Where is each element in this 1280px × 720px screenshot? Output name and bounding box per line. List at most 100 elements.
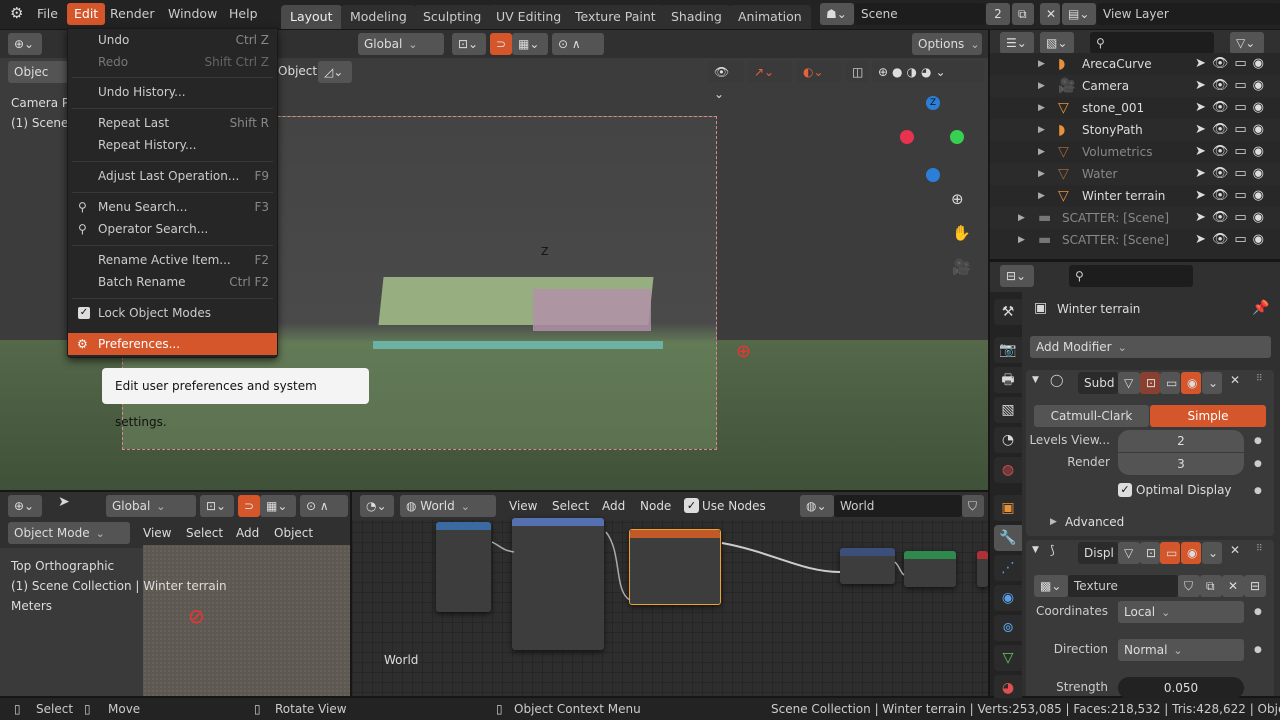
gizmo-icon[interactable]: ◿⌄ [318, 61, 352, 83]
render-icon[interactable]: ◉ [1181, 372, 1201, 394]
gizmo-y-icon[interactable] [950, 130, 964, 144]
close-icon[interactable]: ✕ [1230, 373, 1240, 387]
physics-tab-icon[interactable]: ◉ [994, 585, 1022, 611]
data-tab-icon[interactable]: ▽ [994, 645, 1022, 671]
view-layer-tab-icon[interactable]: ▧ [994, 397, 1022, 423]
menu-item-lock-object-modes[interactable]: ✓ Lock Object Modes [68, 302, 277, 324]
editor-type-icon[interactable]: ⊕⌄ [8, 33, 42, 55]
gizmo-neg-z-icon[interactable] [926, 168, 940, 182]
proportional-edit-icon[interactable]: ⊙ ∧ [552, 33, 604, 55]
object-tab-icon[interactable]: ▣ [994, 495, 1022, 521]
menu-item-undo-history[interactable]: Undo History... [68, 81, 277, 103]
menu-item-preferences[interactable]: ⚙ Preferences... [68, 333, 277, 355]
menu-view[interactable]: View [143, 526, 171, 540]
menu-item-rename-active[interactable]: Rename Active Item... F2 [68, 249, 277, 271]
properties-search-input[interactable]: ⚲ [1069, 265, 1193, 287]
menu-edit[interactable]: Edit [67, 3, 106, 25]
pin-icon[interactable]: 📌 [1252, 300, 1269, 316]
outliner-item[interactable]: ▶ ▽ Water ➤👁▭◉ [990, 163, 1280, 185]
particles-tab-icon[interactable]: ⋰ [994, 555, 1022, 581]
outliner-item[interactable]: ▶ ◗ StonyPath ➤👁▭◉ [990, 119, 1280, 141]
world-tab-icon[interactable]: ◍ [994, 457, 1022, 483]
modifier-name-field[interactable]: Displ [1078, 542, 1118, 564]
outliner-item[interactable]: ▶ ◗ ArecaCurve ➤👁▭◉ [990, 53, 1280, 75]
select-tool-icon[interactable]: ➤ [58, 494, 70, 510]
add-modifier-dropdown[interactable]: Add Modifier [1030, 336, 1271, 358]
overlays-toggle-icon[interactable]: ◐⌄ [797, 61, 841, 83]
menu-file[interactable]: File [30, 3, 65, 25]
catmull-clark-button[interactable]: Catmull-Clark [1034, 405, 1149, 427]
expand-icon[interactable]: ▶ [1050, 517, 1057, 527]
visibility-toggles[interactable]: ➤👁▭◉ [1195, 185, 1270, 207]
menu-item-operator-search[interactable]: ⚲ Operator Search... [68, 218, 277, 240]
advanced-subpanel[interactable]: Advanced [1065, 515, 1124, 529]
texture-browse-icon[interactable]: ▩⌄ [1034, 575, 1068, 597]
gizmo-x-icon[interactable] [900, 130, 914, 144]
menu-window[interactable]: Window [161, 3, 224, 25]
tab-texture-paint[interactable]: Texture Paint [566, 5, 665, 29]
filter-icon[interactable]: ▽⌄ [1230, 32, 1264, 54]
visibility-toggles[interactable]: ➤👁▭◉ [1195, 141, 1270, 163]
outliner-item[interactable]: ▶ 🎥 Camera ➤👁▭◉ [990, 75, 1280, 97]
levels-viewport-field[interactable]: 2 [1118, 430, 1244, 452]
render-tab-icon[interactable]: 📷 [994, 337, 1022, 363]
object-menu[interactable]: Object [278, 64, 317, 78]
options-dropdown[interactable]: Options [912, 33, 982, 55]
shading-mode-icons[interactable]: ⊕●◑◕⌄ [872, 61, 984, 83]
tab-animation[interactable]: Animation [729, 5, 811, 29]
tab-uv-editing[interactable]: UV Editing [487, 5, 571, 29]
top-viewport[interactable]: ⊕⌄ ➤ Global ⊡⌄ ⊃ ▦⌄ ⊙ ∧ Object Mode View… [0, 492, 350, 696]
zoom-icon[interactable]: ⊕ [951, 190, 964, 208]
texture-properties-icon[interactable]: ⊟ [1244, 575, 1266, 597]
close-icon[interactable]: ✕ [1230, 543, 1240, 557]
visibility-toggles[interactable]: ➤👁▭◉ [1195, 75, 1270, 97]
strength-field[interactable]: 0.050 [1118, 677, 1244, 699]
view-layer-field[interactable]: View Layer [1097, 3, 1280, 25]
expand-icon[interactable]: ▶ [1038, 163, 1045, 185]
menu-item-undo[interactable]: Undo Ctrl Z [68, 29, 277, 51]
snap-icon[interactable]: ⊃ [238, 495, 260, 517]
snap-target-icon[interactable]: ▦⌄ [260, 495, 296, 517]
collapse-icon[interactable]: ▼ [1032, 545, 1039, 555]
chevron-down-icon[interactable]: ⌄ [1202, 542, 1222, 564]
pivot-point-icon[interactable]: ⊡⌄ [200, 495, 234, 517]
render-levels-field[interactable]: 3 [1118, 453, 1244, 475]
view-layer-browse-icon[interactable]: ▤⌄ [1062, 3, 1096, 25]
new-scene-icon[interactable]: ⧉ [1012, 3, 1034, 25]
optimal-display-checkbox[interactable]: ✓ [1118, 483, 1132, 497]
tool-tab-icon[interactable]: ⚒ [994, 299, 1022, 325]
object-mode-dropdown[interactable]: Objec [8, 61, 68, 83]
menu-select[interactable]: Select [186, 526, 223, 540]
cage-icon[interactable]: ⊡ [1140, 542, 1160, 564]
output-tab-icon[interactable]: 🖶 [994, 367, 1022, 393]
drag-handle-icon[interactable]: ⠿ [1256, 374, 1263, 384]
viewport-display-icon[interactable]: ▭ [1160, 372, 1180, 394]
transform-orientation-dropdown[interactable]: Global [106, 495, 196, 517]
tab-shading[interactable]: Shading [662, 5, 731, 29]
drag-handle-icon[interactable]: ⠿ [1256, 544, 1263, 554]
collapse-icon[interactable]: ▼ [1032, 375, 1039, 385]
scene-tab-icon[interactable]: ◔ [994, 427, 1022, 453]
outliner-item[interactable]: ▶ ▬ SCATTER: [Scene] ➤👁▭◉ [990, 229, 1280, 251]
constraints-tab-icon[interactable]: ⊚ [994, 615, 1022, 641]
fake-user-shield-icon[interactable]: ⛉ [1178, 575, 1200, 597]
outliner-item[interactable]: ▶ ▬ SCATTER: [Scene] ➤👁▭◉ [990, 207, 1280, 229]
tab-sculpting[interactable]: Sculpting [414, 5, 491, 29]
scene-name-field[interactable]: Scene [855, 3, 985, 25]
editor-type-icon[interactable]: ⊕⌄ [8, 495, 42, 517]
new-texture-icon[interactable]: ⧉ [1200, 575, 1222, 597]
direction-dropdown[interactable]: Normal [1118, 639, 1244, 661]
menu-item-adjust-last[interactable]: Adjust Last Operation... F9 [68, 165, 277, 187]
texture-field[interactable]: Texture [1068, 575, 1178, 597]
menu-object[interactable]: Object [274, 526, 313, 540]
proportional-edit-icon[interactable]: ⊙ ∧ [300, 495, 348, 517]
visibility-toggles[interactable]: ➤👁▭◉ [1195, 163, 1270, 185]
expand-icon[interactable]: ▶ [1038, 97, 1045, 119]
camera-view-icon[interactable]: 🎥 [952, 258, 971, 276]
tab-layout[interactable]: Layout [281, 5, 342, 29]
edit-mode-icon[interactable]: ▽ [1118, 542, 1140, 564]
filter-view-icon[interactable]: ▧⌄ [1040, 32, 1074, 54]
unlink-icon[interactable]: ✕ [1222, 575, 1244, 597]
outliner-item[interactable]: ▶ ▽ stone_001 ➤👁▭◉ [990, 97, 1280, 119]
chevron-down-icon[interactable]: ⌄ [1202, 372, 1222, 394]
